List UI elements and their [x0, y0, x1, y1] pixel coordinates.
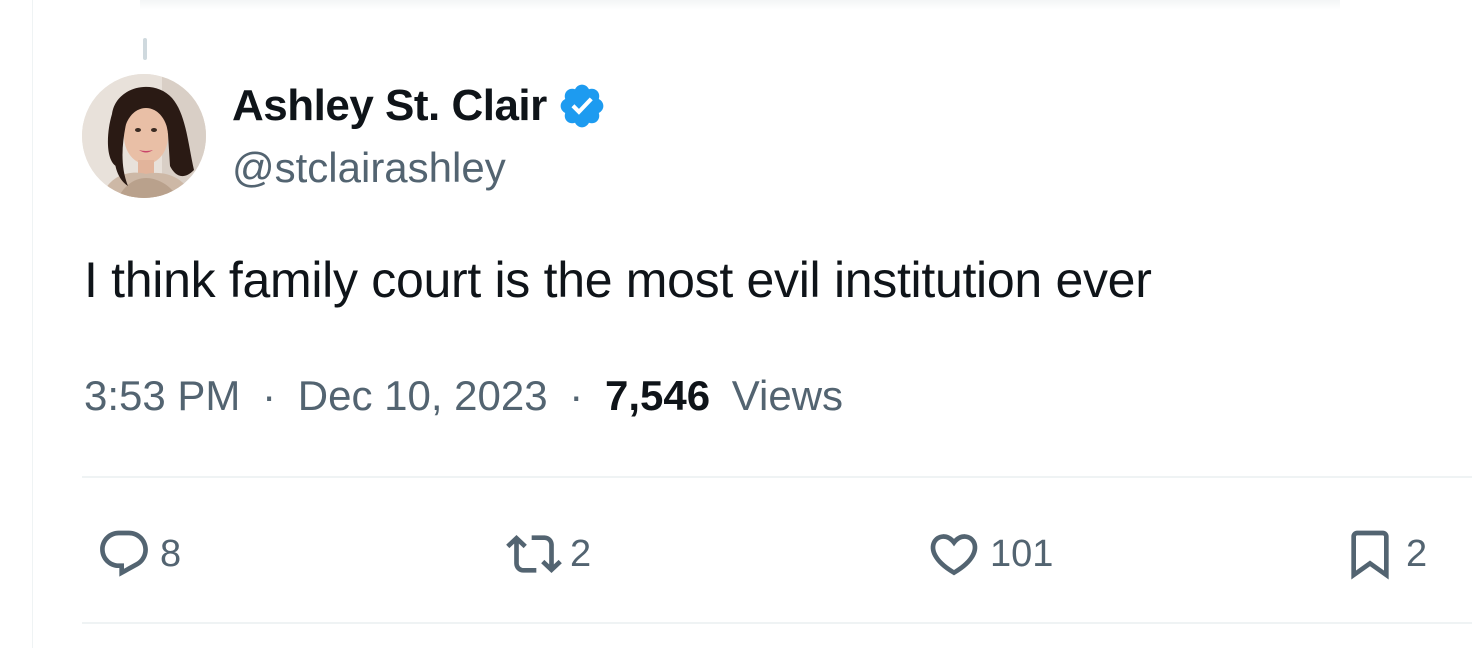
- column-border: [32, 0, 33, 648]
- meta-separator: ·: [569, 372, 584, 419]
- views-label: Views: [731, 372, 844, 419]
- reply-button[interactable]: 8: [96, 524, 181, 584]
- tweet-meta: 3:53 PM · Dec 10, 2023 · 7,546 Views: [84, 370, 843, 422]
- tweet-time[interactable]: 3:53 PM: [84, 372, 240, 419]
- tweet-detail: Ashley St. Clair @stclairashley I think …: [0, 0, 1472, 648]
- reply-icon: [100, 530, 148, 577]
- bookmark-icon: [1351, 530, 1389, 580]
- retweet-count: 2: [570, 532, 592, 575]
- reply-count: 8: [160, 532, 182, 575]
- meta-separator: ·: [262, 372, 277, 419]
- avatar[interactable]: [82, 74, 206, 198]
- author-display-name[interactable]: Ashley St. Clair: [232, 81, 547, 131]
- verified-badge-icon[interactable]: [557, 81, 607, 131]
- thread-connector-line: [143, 38, 147, 60]
- author-handle[interactable]: @stclairashley: [232, 142, 506, 194]
- tweet-text: I think family court is the most evil in…: [84, 252, 1152, 308]
- like-button[interactable]: 101: [926, 524, 1053, 584]
- profile-photo-icon: [82, 74, 206, 198]
- heart-icon: [930, 534, 978, 576]
- divider: [82, 622, 1472, 624]
- top-shadow: [140, 0, 1340, 10]
- retweet-button[interactable]: 2: [506, 524, 591, 584]
- views-count: 7,546: [604, 372, 711, 419]
- tweet-date[interactable]: Dec 10, 2023: [298, 372, 548, 419]
- bookmark-button[interactable]: 2: [1342, 524, 1427, 584]
- divider: [82, 476, 1472, 478]
- like-count: 101: [990, 532, 1054, 575]
- bookmark-count: 2: [1406, 532, 1428, 575]
- author-name-row[interactable]: Ashley St. Clair: [232, 80, 607, 132]
- retweet-icon: [506, 535, 562, 573]
